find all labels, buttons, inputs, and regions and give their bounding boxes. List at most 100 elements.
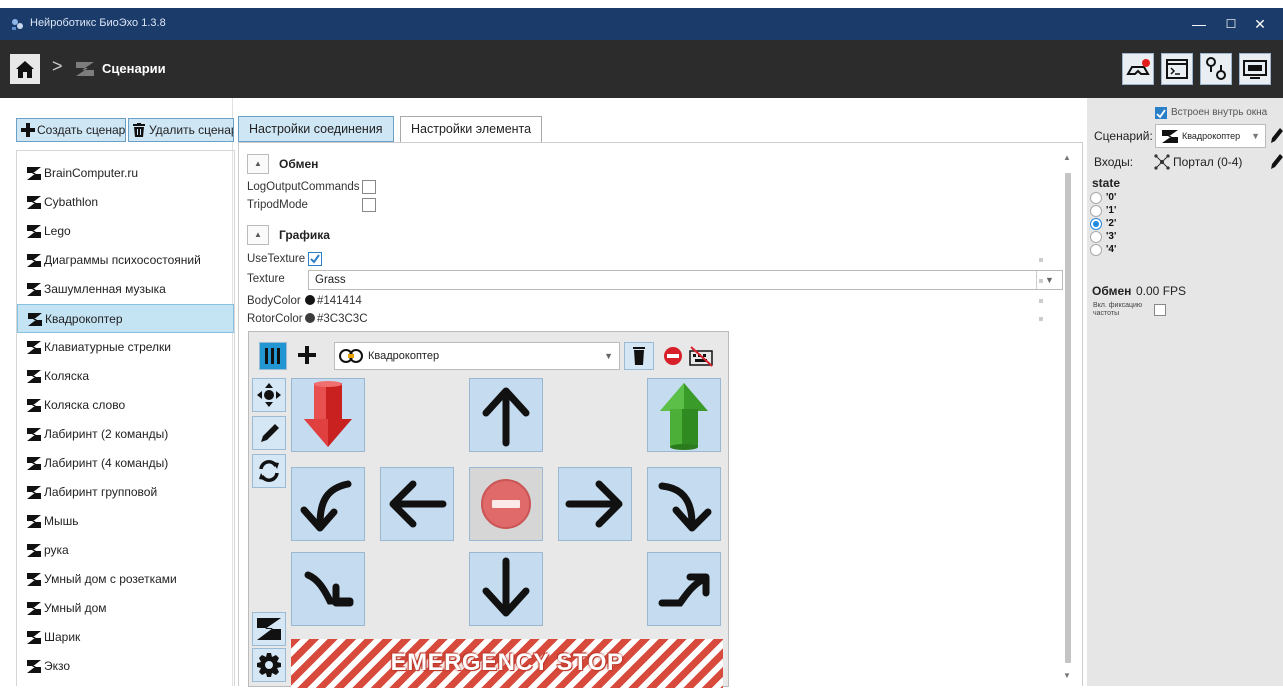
list-item[interactable]: Лабиринт (2 команды) xyxy=(17,420,234,449)
console-button[interactable] xyxy=(1161,53,1193,85)
body-color-value[interactable]: #141414 xyxy=(305,295,362,307)
use-texture-checkbox[interactable] xyxy=(308,252,322,266)
list-item[interactable]: Мышь xyxy=(17,507,234,536)
state-radio-2[interactable] xyxy=(1090,218,1102,230)
move-button[interactable] xyxy=(252,378,286,412)
fix-frequency-label-line2: частоты xyxy=(1093,310,1120,317)
collapse-icon[interactable]: ▲ xyxy=(247,225,269,245)
list-item[interactable]: BrainComputer.ru xyxy=(17,159,234,188)
pencil-icon[interactable] xyxy=(1270,126,1283,144)
scenario-logo-icon xyxy=(27,573,41,586)
list-item[interactable]: Шарик xyxy=(17,623,234,652)
log-output-commands-checkbox[interactable] xyxy=(362,180,376,194)
forward-button[interactable] xyxy=(469,378,543,452)
gear-icon xyxy=(257,653,281,677)
tab-connection-settings[interactable]: Настройки соединения xyxy=(238,116,394,142)
left-button[interactable] xyxy=(380,467,454,541)
backward-button[interactable] xyxy=(469,552,543,626)
delete-scenario-button[interactable]: Удалить сценарий xyxy=(128,118,234,142)
pencil-icon[interactable] xyxy=(1270,152,1283,170)
tab-element-settings[interactable]: Настройки элемента xyxy=(400,116,543,143)
add-button[interactable] xyxy=(294,342,322,370)
scenario-list: BrainComputer.ru Cybathlon Lego Диаграмм… xyxy=(16,150,235,686)
descend-button[interactable] xyxy=(291,378,365,452)
list-item-selected[interactable]: Квадрокоптер xyxy=(17,304,234,333)
scrollbar-thumb[interactable] xyxy=(1065,173,1071,663)
list-item[interactable]: Lego xyxy=(17,217,234,246)
vertical-scrollbar[interactable]: ▲ ▼ xyxy=(1061,153,1075,687)
section-exchange[interactable]: ▲ Обмен xyxy=(247,153,318,175)
checkmark-icon xyxy=(1156,109,1166,119)
scroll-down-icon[interactable]: ▼ xyxy=(1063,671,1071,680)
menu-button[interactable] xyxy=(259,342,287,370)
scenario-logo-icon xyxy=(27,428,41,441)
scenario-logo-icon xyxy=(27,196,41,209)
list-item[interactable]: Лабиринт (4 команды) xyxy=(17,449,234,478)
list-item[interactable]: Коляска слово xyxy=(17,391,234,420)
turn-left-button[interactable] xyxy=(291,467,365,541)
arrow-down-3d-icon xyxy=(304,381,352,447)
state-radio-1[interactable] xyxy=(1090,205,1102,217)
checkmark-icon xyxy=(310,254,320,264)
scenario-logo-icon xyxy=(27,225,41,238)
tripod-mode-checkbox[interactable] xyxy=(362,198,376,212)
keyboard-off-icon[interactable] xyxy=(688,345,714,367)
embed-checkbox[interactable] xyxy=(1155,107,1167,119)
reset-indicator xyxy=(1039,299,1043,303)
list-item[interactable]: Cybathlon xyxy=(17,188,234,217)
scenario-logo-button[interactable] xyxy=(252,612,286,646)
reset-indicator xyxy=(1039,317,1043,321)
close-button[interactable]: ✕ xyxy=(1237,8,1283,40)
body-color-label: BodyColor xyxy=(247,295,301,307)
takeoff-button[interactable] xyxy=(647,552,721,626)
list-item[interactable]: Диаграммы психосостояний xyxy=(17,246,234,275)
stop-icon[interactable] xyxy=(663,346,683,366)
arrow-right-icon xyxy=(565,480,623,528)
inputs-value: Портал (0-4) xyxy=(1173,155,1243,169)
texture-select[interactable]: Grass ▼ xyxy=(308,270,1063,290)
collapse-icon[interactable]: ▲ xyxy=(247,154,269,174)
list-item[interactable]: рука xyxy=(17,536,234,565)
stop-button[interactable] xyxy=(469,467,543,541)
land-button[interactable] xyxy=(291,552,365,626)
state-radio-4[interactable] xyxy=(1090,244,1102,256)
list-item[interactable]: Лабиринт групповой xyxy=(17,478,234,507)
breadcrumb-title: Сценарии xyxy=(102,61,166,76)
state-radio-3[interactable] xyxy=(1090,231,1102,243)
list-item[interactable]: Экзо xyxy=(17,652,234,681)
scroll-up-icon[interactable]: ▲ xyxy=(1063,153,1071,162)
edit-button[interactable] xyxy=(252,416,286,450)
list-item[interactable]: Умный дом xyxy=(17,594,234,623)
connection-button[interactable] xyxy=(1200,53,1232,85)
home-button[interactable] xyxy=(10,54,40,84)
scenario-select[interactable]: Квадрокоптер ▼ xyxy=(1155,124,1266,148)
list-item[interactable]: Коляска xyxy=(17,362,234,391)
list-item[interactable]: Клавиатурные стрелки xyxy=(17,333,234,362)
delete-scenario-label: Удалить сценарий xyxy=(149,123,233,137)
delete-device-button[interactable] xyxy=(624,342,654,370)
fix-frequency-checkbox[interactable] xyxy=(1154,304,1166,316)
fix-frequency-label-line1: Вкл. фиксацию xyxy=(1093,302,1143,309)
portal-network-icon xyxy=(1154,154,1170,170)
section-graphics[interactable]: ▲ Графика xyxy=(247,224,330,246)
list-item[interactable]: Зашумленная музыка xyxy=(17,275,234,304)
arrow-down-right-icon xyxy=(304,571,354,607)
state-radio-0[interactable] xyxy=(1090,192,1102,204)
rotor-color-value[interactable]: #3C3C3C xyxy=(305,313,368,325)
create-scenario-button[interactable]: Создать сценарий xyxy=(16,118,126,142)
refresh-button[interactable] xyxy=(252,454,286,488)
list-item[interactable]: Умный дом с розетками xyxy=(17,565,234,594)
turn-right-button[interactable] xyxy=(647,467,721,541)
ascend-button[interactable] xyxy=(647,378,721,452)
scenario-logo-icon xyxy=(27,370,41,383)
monitor-button[interactable] xyxy=(1239,53,1271,85)
vr-headset-button[interactable] xyxy=(1122,53,1154,85)
emergency-stop-button[interactable]: EMERGENCY STOP xyxy=(291,639,723,688)
right-button[interactable] xyxy=(558,467,632,541)
home-icon xyxy=(16,61,34,78)
device-select[interactable]: Квадрокоптер ▼ xyxy=(334,342,620,370)
scenario-label: Сценарий: xyxy=(1094,129,1153,143)
scenario-properties-panel: Встроен внутрь окна Сценарий: Квадрокопт… xyxy=(1087,98,1283,686)
settings-button[interactable] xyxy=(252,648,286,682)
arrow-up-icon xyxy=(482,387,530,447)
